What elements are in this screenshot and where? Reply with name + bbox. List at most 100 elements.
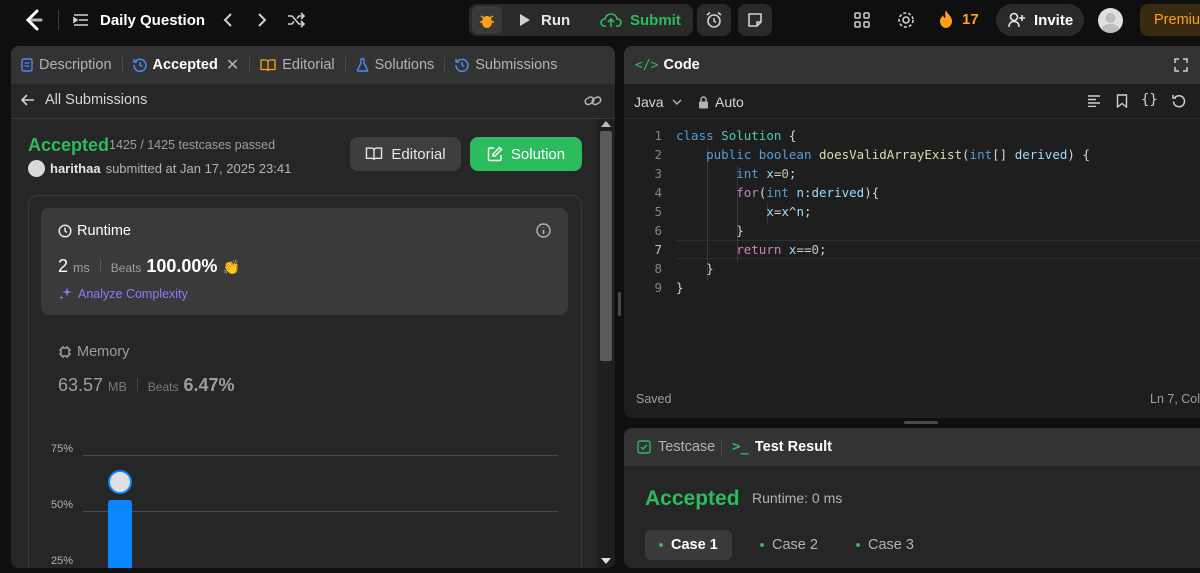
distribution-bar[interactable] bbox=[108, 499, 132, 568]
case-tab-2[interactable]: Case 2 bbox=[746, 530, 832, 560]
tab-submissions-label: Submissions bbox=[475, 57, 558, 73]
auto-mode-label: Auto bbox=[715, 94, 744, 110]
close-tab-icon[interactable]: ✕ bbox=[226, 55, 239, 75]
submitted-time: submitted at Jan 17, 2025 23:41 bbox=[105, 161, 292, 176]
submit-button[interactable]: Submit bbox=[592, 6, 690, 34]
solution-button-label: Solution bbox=[510, 145, 566, 163]
premium-label: Premiu bbox=[1154, 12, 1200, 28]
code-tab[interactable]: </> Code bbox=[635, 57, 700, 73]
line-number: 2 bbox=[654, 147, 662, 162]
line-number: 3 bbox=[654, 166, 662, 181]
analyze-label: Analyze Complexity bbox=[78, 286, 188, 301]
runtime-title: Runtime bbox=[77, 223, 131, 239]
runtime-beats-value: 100.00% bbox=[146, 256, 218, 276]
line-number: 5 bbox=[654, 204, 662, 219]
code-editor[interactable]: 1 2 3 4 5 6 7 8 9 class Solution { publi… bbox=[624, 128, 1200, 318]
clapping-hands-icon: 👏 bbox=[222, 259, 240, 275]
scroll-up-arrow-icon[interactable] bbox=[601, 121, 611, 127]
shuffle-icon[interactable] bbox=[286, 10, 306, 30]
info-icon[interactable] bbox=[535, 222, 551, 238]
runtime-stats: 2 ms Beats 100.00% 👏 bbox=[58, 256, 240, 277]
pass-dot-icon bbox=[760, 543, 764, 547]
settings-gear-icon[interactable] bbox=[896, 10, 916, 30]
problem-list-title[interactable]: Daily Question bbox=[100, 12, 205, 29]
tab-description[interactable]: Description bbox=[11, 46, 122, 84]
editorial-button[interactable]: Editorial bbox=[350, 137, 461, 171]
save-status: Saved bbox=[636, 392, 672, 406]
tab-editorial[interactable]: Editorial bbox=[250, 46, 344, 84]
vertical-scrollbar[interactable] bbox=[597, 119, 615, 568]
memory-stats: 63.57 MB Beats 6.47% bbox=[58, 375, 235, 396]
tab-solutions-label: Solutions bbox=[374, 57, 435, 73]
invite-label: Invite bbox=[1034, 11, 1074, 29]
tab-editorial-label: Editorial bbox=[282, 57, 335, 73]
beats-label: Beats bbox=[110, 261, 142, 275]
top-navigation-bar: Daily Question Run Submit 17 Invite Prem… bbox=[0, 0, 1200, 40]
problem-list-icon[interactable] bbox=[72, 11, 90, 29]
checkbox-icon bbox=[637, 440, 651, 454]
scrollbar-thumb[interactable] bbox=[600, 131, 612, 361]
next-question-icon[interactable] bbox=[252, 10, 272, 30]
invite-button[interactable]: Invite bbox=[996, 4, 1084, 36]
vertical-resize-handle[interactable] bbox=[618, 292, 621, 316]
line-number: 4 bbox=[654, 185, 662, 200]
fullscreen-icon[interactable] bbox=[1173, 57, 1189, 73]
test-runtime: Runtime: 0 ms bbox=[752, 490, 843, 506]
pass-dot-icon bbox=[659, 543, 663, 547]
memory-beats-label: Beats bbox=[147, 380, 179, 394]
runtime-card[interactable]: Runtime 2 ms Beats 100.00% 👏 Analyze Com… bbox=[41, 208, 568, 315]
scroll-down-arrow-icon[interactable] bbox=[601, 558, 611, 564]
run-button[interactable]: Run bbox=[505, 6, 587, 34]
tab-accepted-label: Accepted bbox=[152, 57, 218, 73]
streak-counter[interactable]: 17 bbox=[938, 9, 979, 29]
tab-testcase[interactable]: Testcase bbox=[637, 439, 715, 455]
reset-code-icon[interactable] bbox=[1171, 93, 1187, 109]
line-number: 8 bbox=[654, 261, 662, 276]
case-label: Case 2 bbox=[772, 537, 818, 553]
debug-icon[interactable] bbox=[472, 6, 502, 34]
case-tab-1[interactable]: Case 1 bbox=[645, 530, 732, 560]
share-link-icon[interactable] bbox=[583, 92, 603, 110]
submitter-avatar[interactable] bbox=[28, 160, 45, 177]
previous-question-icon[interactable] bbox=[218, 10, 238, 30]
case-tab-3[interactable]: Case 3 bbox=[842, 530, 928, 560]
analyze-complexity-link[interactable]: Analyze Complexity bbox=[58, 286, 188, 301]
runtime-distribution-chart: 75% 50% 25% bbox=[41, 441, 571, 568]
notes-icon[interactable] bbox=[738, 4, 772, 36]
format-code-icon[interactable] bbox=[1086, 93, 1102, 109]
line-number: 1 bbox=[654, 128, 662, 143]
tab-accepted[interactable]: Accepted ✕ bbox=[123, 46, 250, 84]
tab-solutions[interactable]: Solutions bbox=[346, 46, 445, 84]
user-avatar[interactable] bbox=[1098, 8, 1123, 33]
code-line-5: x=x^n; bbox=[766, 204, 812, 219]
memory-heading[interactable]: Memory bbox=[58, 344, 129, 360]
add-user-icon bbox=[1008, 12, 1025, 28]
code-line-8: } bbox=[676, 261, 714, 276]
flask-icon bbox=[356, 58, 368, 72]
solution-button[interactable]: Solution bbox=[470, 137, 582, 171]
submitter-name[interactable]: harithaa bbox=[50, 161, 101, 176]
book-icon bbox=[366, 147, 383, 161]
language-select[interactable]: Java bbox=[634, 94, 682, 110]
horizontal-resize-handle[interactable] bbox=[904, 421, 938, 424]
back-to-submissions-link[interactable]: All Submissions bbox=[21, 92, 147, 108]
tab-test-result[interactable]: >_ Test Result bbox=[732, 439, 832, 455]
premium-button[interactable]: Premiu bbox=[1140, 4, 1200, 36]
cursor-position: Ln 7, Col bbox=[1150, 392, 1200, 406]
tab-submissions[interactable]: Submissions bbox=[445, 46, 567, 84]
leetcode-logo-icon[interactable] bbox=[22, 8, 46, 32]
editorial-button-label: Editorial bbox=[391, 145, 446, 163]
code-line-6: } bbox=[676, 223, 744, 238]
layout-grid-icon[interactable] bbox=[852, 10, 872, 30]
auto-mode-toggle[interactable]: Auto bbox=[698, 94, 744, 110]
bookmark-icon[interactable] bbox=[1114, 93, 1130, 109]
runtime-value: 2 bbox=[58, 256, 69, 276]
streak-count: 17 bbox=[962, 10, 979, 28]
book-icon bbox=[260, 58, 276, 71]
editor-header bbox=[624, 46, 1200, 84]
divider bbox=[11, 118, 615, 119]
divider bbox=[136, 378, 138, 391]
alarm-clock-icon[interactable] bbox=[697, 4, 731, 36]
testcases-passed: 1425 / 1425 testcases passed bbox=[109, 138, 276, 152]
braces-icon[interactable]: {} bbox=[1141, 92, 1158, 108]
